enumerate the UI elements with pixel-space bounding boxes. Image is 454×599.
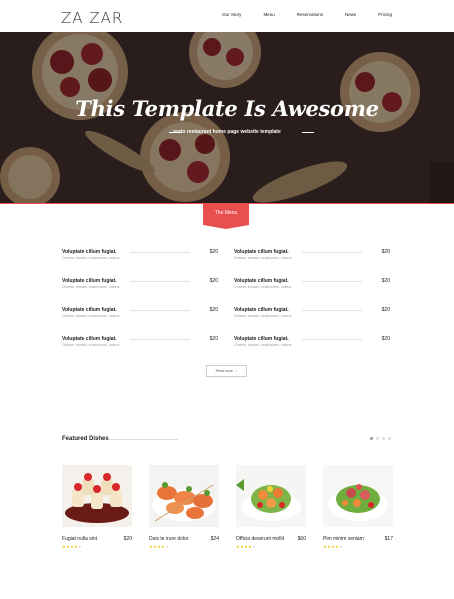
- dish-name: Duis te irure dolor: [149, 536, 189, 542]
- menu-item-name: Voluptate cillum fugiat.: [234, 278, 289, 284]
- menu-item[interactable]: Voluptate cillum fugiat. Cheese, tomato,…: [62, 336, 218, 356]
- menu-item[interactable]: Voluptate cillum fugiat. Cheese, tomato,…: [62, 278, 218, 298]
- dish-card[interactable]: Fugiat nulla sint $20 ★★★★★: [62, 465, 132, 549]
- menu-item-name: Voluptate cillum fugiat.: [62, 307, 117, 313]
- dish-card[interactable]: Duis te irure dolor $24 ★★★★★: [149, 465, 219, 549]
- site-header: ZA ZAR Our Story Menu Reservations News …: [0, 0, 454, 32]
- menu-item[interactable]: Voluptate cillum fugiat. Cheese, tomato,…: [234, 336, 390, 356]
- dish-price: $60: [297, 536, 306, 542]
- menu-item-desc: Cheese, tomato, mushrooms, onions.: [62, 256, 121, 260]
- menu-item-desc: Cheese, tomato, mushrooms, onions.: [62, 285, 121, 289]
- carousel-dots: [370, 437, 391, 440]
- menu-item-desc: Cheese, tomato, mushrooms, onions.: [234, 285, 293, 289]
- read-more-label: Read more: [215, 369, 233, 373]
- menu-item-divider: [302, 339, 362, 340]
- menu-item[interactable]: Voluptate cillum fugiat. Cheese, tomato,…: [234, 307, 390, 327]
- dish-image: [236, 465, 306, 527]
- star-rating: ★★★★★: [323, 544, 344, 549]
- menu-item-name: Voluptate cillum fugiat.: [62, 249, 117, 255]
- star-rating: ★★★★★: [62, 544, 83, 549]
- menu-item-price: $20: [381, 336, 390, 342]
- dish-image: [62, 465, 132, 527]
- dish-name: Pim minim veniam: [323, 536, 364, 542]
- dish-name: Fugiat nulla sint: [62, 536, 98, 542]
- menu-item-price: $20: [381, 278, 390, 284]
- menu-item-divider: [302, 281, 362, 282]
- menu-item-divider: [130, 339, 190, 340]
- menu-item-desc: Cheese, tomato, mushrooms, onions.: [234, 343, 293, 347]
- menu-item-divider: [130, 310, 190, 311]
- menu-item-name: Voluptate cillum fugiat.: [62, 278, 117, 284]
- menu-item-name: Voluptate cillum fugiat.: [234, 307, 289, 313]
- nav-our-story[interactable]: Our Story: [222, 12, 241, 17]
- star-rating: ★★★★★: [149, 544, 170, 549]
- menu-item[interactable]: Voluptate cillum fugiat. Cheese, tomato,…: [62, 249, 218, 269]
- menu-item-desc: Cheese, tomato, mushrooms, onions.: [62, 343, 121, 347]
- featured-divider: [108, 439, 178, 440]
- carousel-dot[interactable]: [382, 437, 385, 440]
- menu-item-price: $20: [209, 249, 218, 255]
- menu-tab[interactable]: The Menu: [203, 204, 249, 229]
- star-rating: ★★★★★: [236, 544, 257, 549]
- menu-item-price: $20: [209, 307, 218, 313]
- dish-price: $24: [210, 536, 219, 542]
- menu-item-price: $20: [209, 336, 218, 342]
- menu-item-desc: Cheese, tomato, mushrooms, onions.: [234, 314, 293, 318]
- menu-item-divider: [130, 252, 190, 253]
- menu-item-divider: [302, 310, 362, 311]
- menu-item-desc: Cheese, tomato, mushrooms, onions.: [234, 256, 293, 260]
- read-more-button[interactable]: Read more →: [206, 365, 247, 377]
- carousel-dot[interactable]: [370, 437, 373, 440]
- nav-news[interactable]: News: [345, 12, 356, 17]
- arrow-right-icon: →: [233, 369, 238, 373]
- hero-title: This Template Is Awesome: [75, 96, 379, 121]
- menu-item-divider: [302, 252, 362, 253]
- menu-item-name: Voluptate cillum fugiat.: [234, 249, 289, 255]
- dish-price: $20: [123, 536, 132, 542]
- menu-item-name: Voluptate cillum fugiat.: [234, 336, 289, 342]
- hero-subtitle: resto restaurant home page website templ…: [173, 129, 281, 135]
- carousel-dot[interactable]: [376, 437, 379, 440]
- dish-image: [149, 465, 219, 527]
- nav-menu[interactable]: Menu: [263, 12, 274, 17]
- menu-item[interactable]: Voluptate cillum fugiat. Cheese, tomato,…: [234, 278, 390, 298]
- menu-item-price: $20: [381, 307, 390, 313]
- hero-divider-right: [302, 132, 314, 133]
- dish-name: Officia deserunt mollit: [236, 536, 284, 542]
- featured-title: Featured Dishes: [62, 436, 109, 442]
- menu-item-price: $20: [209, 278, 218, 284]
- main-nav: Our Story Menu Reservations News Pricing: [200, 12, 392, 17]
- logo[interactable]: ZA ZAR: [61, 9, 123, 27]
- nav-reservations[interactable]: Reservations: [297, 12, 323, 17]
- nav-pricing[interactable]: Pricing: [378, 12, 392, 17]
- menu-item-divider: [130, 281, 190, 282]
- menu-item-price: $20: [381, 249, 390, 255]
- menu-item-desc: Cheese, tomato, mushrooms, onions.: [62, 314, 121, 318]
- carousel-dot[interactable]: [388, 437, 391, 440]
- dish-image: [323, 465, 393, 527]
- dish-price: $17: [384, 536, 393, 542]
- menu-item[interactable]: Voluptate cillum fugiat. Cheese, tomato,…: [62, 307, 218, 327]
- menu-item[interactable]: Voluptate cillum fugiat. Cheese, tomato,…: [234, 249, 390, 269]
- dish-card[interactable]: Officia deserunt mollit $60 ★★★★★: [236, 465, 306, 549]
- dish-card[interactable]: Pim minim veniam $17 ★★★★★: [323, 465, 393, 549]
- menu-item-name: Voluptate cillum fugiat.: [62, 336, 117, 342]
